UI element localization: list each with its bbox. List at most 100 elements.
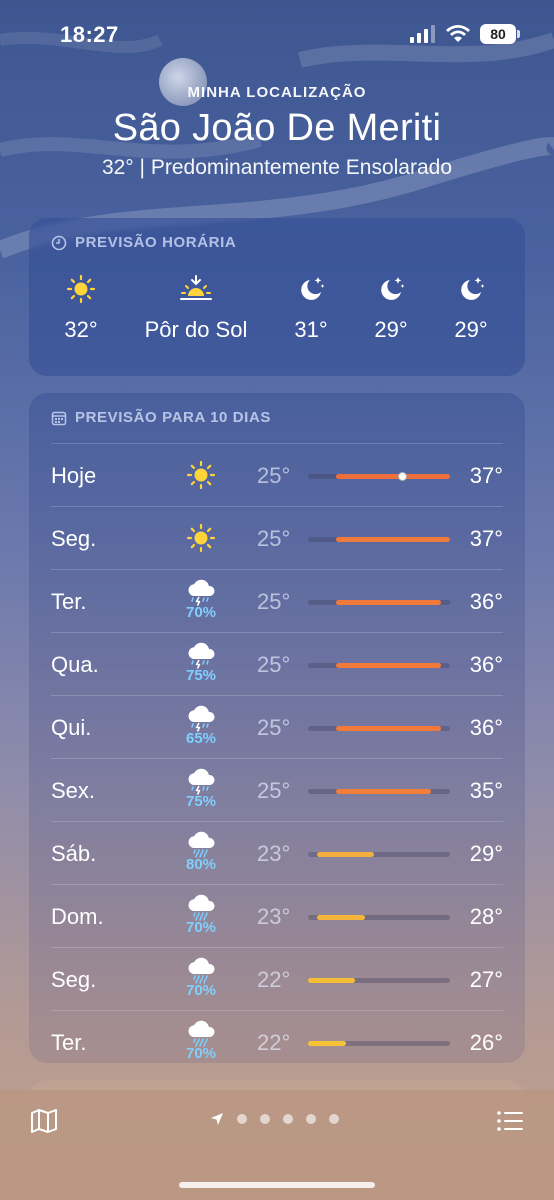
storm-cloud-icon: 75% [171, 641, 231, 684]
precipitation-chance: 75% [185, 667, 217, 684]
day-row[interactable]: Seg. 25° 37° [51, 506, 503, 569]
location-arrow-icon [211, 1113, 223, 1125]
day-row[interactable]: Ter. 70% 25° 36° [51, 569, 503, 632]
high-temp: 37° [469, 463, 503, 488]
rain-cloud-icon: 70% [171, 893, 231, 936]
hour-temp: Pôr do Sol [144, 317, 248, 342]
temperature-range-bar [308, 915, 450, 920]
low-temp: 25° [257, 463, 291, 488]
moon-stars-icon [301, 277, 325, 300]
sun-icon [66, 274, 96, 304]
temperature-range-bar [308, 852, 450, 857]
precipitation-chance: 80% [185, 856, 217, 873]
hour-temp: 32° [64, 317, 98, 342]
high-temp: 36° [469, 589, 503, 614]
clock-icon [51, 235, 67, 250]
current-temp-marker [398, 472, 408, 481]
day-name: Dom. [51, 904, 104, 929]
page-dot[interactable] [283, 1114, 293, 1124]
page-dot[interactable] [306, 1114, 316, 1124]
precipitation-chance: 70% [185, 982, 217, 999]
temperature-range-fill [336, 789, 432, 794]
high-temp: 28° [469, 904, 503, 929]
battery-indicator: 80 [480, 24, 520, 44]
day-row[interactable]: Qua. 75% 25° 36° [51, 632, 503, 695]
day-row[interactable]: Seg. 70% 22° 27° [51, 947, 503, 1010]
high-temp: 27° [469, 967, 503, 992]
sun-icon [171, 460, 231, 490]
sunset-icon [180, 275, 212, 300]
high-temp: 37° [469, 526, 503, 551]
storm-cloud-icon: 70% [171, 578, 231, 621]
hour-item: 29° [441, 271, 501, 343]
rain-cloud-icon: 80% [171, 830, 231, 873]
low-temp: 25° [257, 526, 291, 551]
ten-day-title: PREVISÃO PARA 10 DIAS [75, 409, 271, 426]
page-indicator[interactable] [210, 1112, 339, 1126]
day-name: Qui. [51, 715, 92, 740]
low-temp: 25° [257, 778, 291, 803]
day-name: Sáb. [51, 841, 97, 866]
page-dot[interactable] [260, 1114, 270, 1124]
temperature-range-fill [317, 852, 375, 857]
temperature-range-fill [308, 978, 356, 983]
temperature-range-bar [308, 789, 450, 794]
weather-summary: 32° | Predominantemente Ensolarado [101, 156, 453, 179]
day-row[interactable]: Qui. 65% 25° 36° [51, 695, 503, 758]
high-temp: 36° [469, 715, 503, 740]
temperature-range-fill [336, 600, 441, 605]
day-name: Sex. [51, 778, 96, 803]
temperature-range-fill [336, 474, 450, 479]
day-row[interactable]: Dom. 70% 23° 28° [51, 884, 503, 947]
day-name: Ter. [51, 589, 87, 614]
sun-icon [171, 523, 231, 553]
day-row[interactable]: Hoje 25° 37° [51, 443, 503, 506]
moon-stars-icon [381, 277, 405, 300]
hourly-title: PREVISÃO HORÁRIA [75, 234, 237, 251]
day-name: Hoje [51, 463, 97, 488]
hour-item: Pôr do Sol [131, 271, 261, 343]
ten-day-forecast-card[interactable]: PREVISÃO PARA 10 DIAS Hoje 25° 37° Seg. 25° 3… [29, 393, 525, 1063]
high-temp: 36° [469, 652, 503, 677]
day-name: Seg. [51, 526, 97, 551]
temperature-range-fill [336, 663, 441, 668]
precipitation-chance: 75% [185, 793, 217, 810]
map-icon[interactable] [30, 1108, 58, 1134]
rain-cloud-icon: 70% [171, 956, 231, 999]
temperature-range-fill [336, 537, 450, 542]
status-bar: 18:27 80 [0, 0, 554, 72]
temperature-range-bar [308, 978, 450, 983]
temperature-range-bar [308, 537, 450, 542]
high-temp: 35° [469, 778, 503, 803]
temperature-range-bar [308, 663, 450, 668]
page-dot[interactable] [329, 1114, 339, 1124]
list-icon[interactable] [496, 1110, 524, 1132]
hourly-forecast-card[interactable]: PREVISÃO HORÁRIA 32° Pôr do Sol 31° 29° … [29, 218, 525, 376]
low-temp: 23° [257, 904, 291, 929]
rain-cloud-icon: 70% [171, 1019, 231, 1062]
day-row[interactable]: Sex. 75% 25° 35° [51, 758, 503, 821]
high-temp: 26° [469, 1030, 503, 1055]
hour-item: 32° [51, 271, 111, 343]
temperature-range-bar [308, 726, 450, 731]
high-temp: 29° [469, 841, 503, 866]
day-row[interactable]: Ter. 70% 22° 26° [51, 1010, 503, 1073]
low-temp: 22° [257, 967, 291, 992]
moon-stars-icon [461, 277, 485, 300]
low-temp: 22° [257, 1030, 291, 1055]
temperature-range-bar [308, 472, 450, 481]
location-header: MINHA LOCALIZAÇÃO São João De Meriti 32°… [0, 84, 554, 180]
hour-temp: 29° [374, 317, 408, 342]
low-temp: 25° [257, 715, 291, 740]
temperature-range-fill [336, 726, 441, 731]
precipitation-chance: 70% [185, 919, 217, 936]
hour-temp: 31° [294, 317, 328, 342]
wifi-icon [446, 25, 470, 42]
page-dot[interactable] [237, 1114, 247, 1124]
home-indicator[interactable] [179, 1182, 375, 1188]
day-name: Ter. [51, 1030, 87, 1055]
precipitation-chance: 70% [185, 604, 217, 621]
day-row[interactable]: Sáb. 80% 23° 29° [51, 821, 503, 884]
temperature-range-fill [308, 1041, 346, 1046]
calendar-icon [51, 411, 67, 425]
